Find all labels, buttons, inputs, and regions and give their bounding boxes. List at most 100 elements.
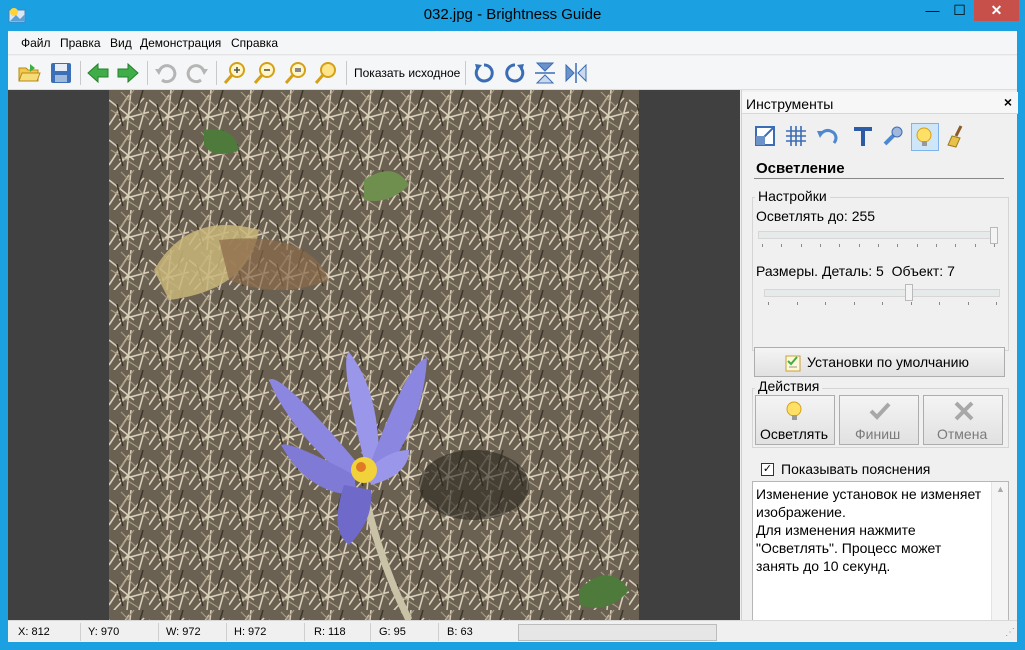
rotate-right-icon[interactable] [502, 60, 528, 86]
status-b: B: 63 [447, 626, 473, 638]
slider-tick [858, 244, 860, 247]
menu-bar: Файл Правка Вид Демонстрация Справка [8, 31, 1017, 55]
close-button[interactable]: ✕ [974, 0, 1019, 21]
photo-canvas[interactable] [109, 90, 639, 620]
object-value: 7 [947, 263, 955, 279]
cross-icon [952, 399, 976, 428]
forward-arrow-icon[interactable] [115, 60, 141, 86]
undo-icon[interactable] [153, 60, 179, 86]
status-separator [438, 623, 439, 641]
sizes-slider-thumb[interactable] [905, 284, 914, 301]
slider-tick [762, 244, 763, 247]
progress-bar [518, 624, 717, 641]
panel-close-button[interactable]: × [1004, 94, 1012, 110]
tool-selector [752, 123, 1012, 153]
flip-vertical-icon[interactable] [532, 60, 558, 86]
panel-title: Инструменты [746, 96, 834, 112]
checkmark-icon [868, 399, 892, 428]
save-icon[interactable] [48, 60, 74, 86]
panel-header: Инструменты × [742, 92, 1018, 114]
slider-tick [839, 244, 841, 247]
slider-tick [955, 244, 957, 247]
toolbar-separator [80, 61, 81, 85]
menu-file[interactable]: Файл [21, 36, 51, 50]
slider-tick [994, 244, 995, 247]
wrench-icon[interactable] [880, 123, 908, 151]
undo-arrow-icon[interactable] [814, 123, 842, 151]
section-divider [754, 178, 1004, 179]
brighten-slider-thumb[interactable] [990, 227, 998, 244]
status-x: X: 812 [18, 626, 50, 638]
detail-value: 5 [876, 263, 884, 279]
toolbar-separator [465, 61, 466, 85]
app-window: 032.jpg - Brightness Guide — ☐ ✕ Файл Пр… [0, 0, 1025, 650]
cancel-button[interactable]: Отмена [923, 395, 1003, 445]
slider-tick [800, 244, 802, 247]
sizes-label: Размеры. Деталь: 5 Объект: 7 [756, 263, 955, 279]
flip-horizontal-icon[interactable] [563, 60, 589, 86]
status-h: H: 972 [234, 626, 267, 638]
lightbulb-icon[interactable] [911, 123, 939, 151]
text-icon[interactable] [850, 123, 878, 151]
toolbar-separator [346, 61, 347, 85]
status-separator [80, 623, 81, 641]
sizes-slider[interactable] [764, 289, 1000, 297]
resize-grip-icon[interactable]: ⋰ [1005, 627, 1015, 638]
slider-tick [897, 244, 899, 247]
slider-tick [939, 302, 940, 305]
scroll-up-icon[interactable]: ▲ [996, 484, 1005, 494]
menu-view[interactable]: Вид [110, 36, 132, 50]
crop-icon[interactable] [752, 123, 780, 151]
tools-panel: Инструменты × Осветление Настройки Освет… [741, 90, 1018, 641]
slider-tick [825, 302, 826, 305]
menu-help[interactable]: Справка [231, 36, 278, 50]
checklist-icon [783, 353, 803, 378]
zoom-in-icon[interactable] [222, 60, 248, 86]
settings-group-label: Настройки [755, 188, 830, 204]
status-r: R: 118 [314, 626, 346, 638]
slider-tick [882, 302, 883, 305]
actions-group-label: Действия [755, 378, 823, 394]
back-arrow-icon[interactable] [85, 60, 111, 86]
status-separator [158, 623, 159, 641]
brighten-label: Осветлять до: 255 [756, 208, 876, 224]
defaults-button[interactable]: Установки по умолчанию [754, 347, 1005, 377]
toolbar-separator [216, 61, 217, 85]
redo-icon[interactable] [184, 60, 210, 86]
status-w: W: 972 [166, 626, 201, 638]
title-bar[interactable]: 032.jpg - Brightness Guide — ☐ ✕ [0, 0, 1025, 31]
menu-demo[interactable]: Демонстрация [140, 36, 221, 50]
toolbar: Показать исходное [8, 56, 1017, 90]
zoom-fit-icon[interactable] [283, 60, 309, 86]
status-bar: X: 812 Y: 970 W: 972 H: 972 R: 118 G: 95… [8, 620, 1017, 642]
show-hints-label[interactable]: Показывать пояснения [781, 461, 930, 477]
show-original-button[interactable]: Показать исходное [354, 66, 460, 80]
slider-tick [936, 244, 937, 247]
brighten-value: 255 [851, 208, 876, 224]
zoom-actual-icon[interactable] [313, 60, 339, 86]
brush-icon[interactable] [943, 123, 971, 151]
finish-button[interactable]: Финиш [839, 395, 919, 445]
grid-icon[interactable] [783, 123, 811, 151]
brighten-button[interactable]: Осветлять [755, 395, 835, 445]
menu-edit[interactable]: Правка [60, 36, 101, 50]
rotate-left-icon[interactable] [471, 60, 497, 86]
open-folder-icon[interactable] [16, 60, 42, 86]
status-separator [226, 623, 227, 641]
status-separator [304, 623, 305, 641]
slider-tick [768, 302, 769, 305]
client-area: Файл Правка Вид Демонстрация Справка Пок… [8, 31, 1018, 642]
status-g: G: 95 [379, 626, 406, 638]
slider-tick [996, 302, 997, 305]
window-title: 032.jpg - Brightness Guide [423, 6, 602, 23]
hint-textbox[interactable]: Изменение установок не изменяет изображе… [752, 481, 1009, 641]
image-viewer[interactable] [8, 90, 740, 620]
hint-scrollbar[interactable]: ▲ ▼ [991, 482, 1008, 640]
brighten-slider[interactable] [758, 231, 998, 239]
lightbulb-icon [783, 399, 807, 428]
minimize-button[interactable]: — [919, 0, 946, 21]
zoom-out-icon[interactable] [252, 60, 278, 86]
show-hints-checkbox[interactable]: ✓ [761, 463, 774, 476]
maximize-button[interactable]: ☐ [946, 0, 973, 21]
slider-tick [967, 302, 969, 305]
